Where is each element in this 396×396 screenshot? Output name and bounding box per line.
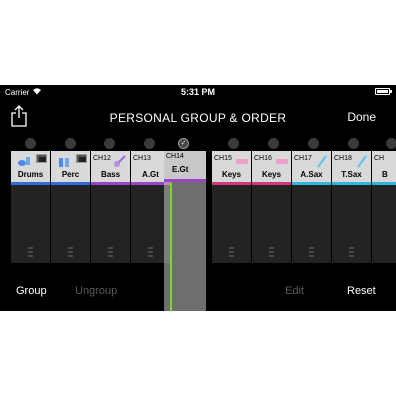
channel-name: A.Sax (300, 170, 323, 179)
channel-number: CH17 (294, 155, 312, 162)
channel-label: Drums (11, 151, 50, 182)
channel-body (51, 185, 90, 263)
channel-body (212, 185, 251, 263)
channel-strip-partial[interactable]: CH B (372, 151, 396, 263)
mixer-screen: Carrier 5:31 PM PERSONAL GROUP & ORDER D… (0, 85, 396, 311)
group-dot-checked[interactable]: ✓ (178, 138, 189, 149)
channel-label: CH15 Keys (212, 151, 251, 182)
channel-strip-perc[interactable]: Perc (51, 151, 90, 263)
group-dot[interactable] (386, 138, 396, 149)
channel-number: CH (374, 155, 385, 162)
group-dot[interactable] (228, 138, 239, 149)
channel-label: CH17 A.Sax (292, 151, 331, 182)
channel-number: CH14 (166, 153, 184, 160)
percussion-icon (59, 158, 69, 167)
group-indicator-row: ✓ (0, 135, 396, 151)
done-button[interactable]: Done (347, 110, 376, 124)
channel-strip-drums[interactable]: Drums (11, 151, 50, 263)
channel-body (292, 185, 331, 263)
channel-number: CH12 (93, 155, 111, 162)
channel-name: Perc (61, 170, 80, 179)
drag-grip-icon[interactable] (229, 247, 234, 259)
bass-guitar-icon (114, 155, 126, 167)
status-bar: Carrier 5:31 PM (0, 85, 396, 99)
channel-name: B (382, 170, 388, 179)
status-time: 5:31 PM (180, 87, 215, 97)
navigation-bar: PERSONAL GROUP & ORDER Done (0, 99, 396, 135)
channel-body (252, 185, 291, 263)
channel-name: Keys (221, 170, 242, 179)
channel-body (332, 185, 371, 263)
channel-number: CH18 (334, 155, 352, 162)
channel-label: Perc (51, 151, 90, 182)
channel-label: CH14 E.Gt (164, 151, 206, 179)
channel-number: CH16 (254, 155, 272, 162)
keyboard-icon (276, 159, 288, 164)
channel-name: Drums (17, 170, 44, 179)
group-dot[interactable] (25, 138, 36, 149)
drums-icon (18, 157, 30, 166)
page-title: PERSONAL GROUP & ORDER (109, 111, 287, 125)
group-dot[interactable] (308, 138, 319, 149)
reset-button[interactable]: Reset (347, 285, 376, 297)
channel-body (91, 185, 130, 263)
channel-body (372, 185, 396, 263)
channel-strip-keys-1[interactable]: CH15 Keys (212, 151, 251, 263)
drag-grip-icon[interactable] (68, 247, 73, 259)
group-button[interactable]: Group (16, 285, 47, 297)
channel-strip-bass[interactable]: CH12 Bass (91, 151, 130, 263)
battery-icon (375, 88, 390, 95)
keyboard-icon (236, 159, 248, 164)
channel-strip-tsax[interactable]: CH18 T.Sax (332, 151, 371, 263)
channel-number: CH15 (214, 155, 232, 162)
channel-label: CH12 Bass (91, 151, 130, 182)
drag-grip-icon[interactable] (182, 217, 187, 229)
channel-name: Keys (261, 170, 282, 179)
drag-grip-icon[interactable] (28, 247, 33, 259)
edit-button[interactable]: Edit (285, 285, 304, 297)
bottom-toolbar: Group Ungroup Edit Reset (0, 285, 396, 305)
channel-name: E.Gt (172, 165, 189, 174)
group-dot[interactable] (104, 138, 115, 149)
group-dot[interactable] (268, 138, 279, 149)
channel-label: CH18 T.Sax (332, 151, 371, 182)
drag-grip-icon[interactable] (309, 247, 314, 259)
channel-thumbnail-icon (36, 154, 47, 163)
drag-grip-icon[interactable] (349, 247, 354, 259)
group-dot[interactable] (144, 138, 155, 149)
drag-grip-icon[interactable] (269, 247, 274, 259)
channel-name: Bass (100, 170, 121, 179)
channel-label: CH B (372, 151, 396, 182)
ungroup-button[interactable]: Ungroup (75, 285, 117, 297)
drag-grip-icon[interactable] (108, 247, 113, 259)
channel-name: T.Sax (341, 170, 362, 179)
saxophone-icon (357, 155, 367, 168)
channel-body (11, 185, 50, 263)
channel-thumbnail-icon (76, 154, 87, 163)
battery-tip (390, 90, 392, 93)
channel-label: CH16 Keys (252, 151, 291, 182)
drag-grip-icon[interactable] (148, 247, 153, 259)
channel-strip-keys-2[interactable]: CH16 Keys (252, 151, 291, 263)
group-dot[interactable] (348, 138, 359, 149)
saxophone-icon (317, 155, 327, 168)
channel-number: CH13 (133, 155, 151, 162)
group-dot[interactable] (65, 138, 76, 149)
channel-strip-asax[interactable]: CH17 A.Sax (292, 151, 331, 263)
